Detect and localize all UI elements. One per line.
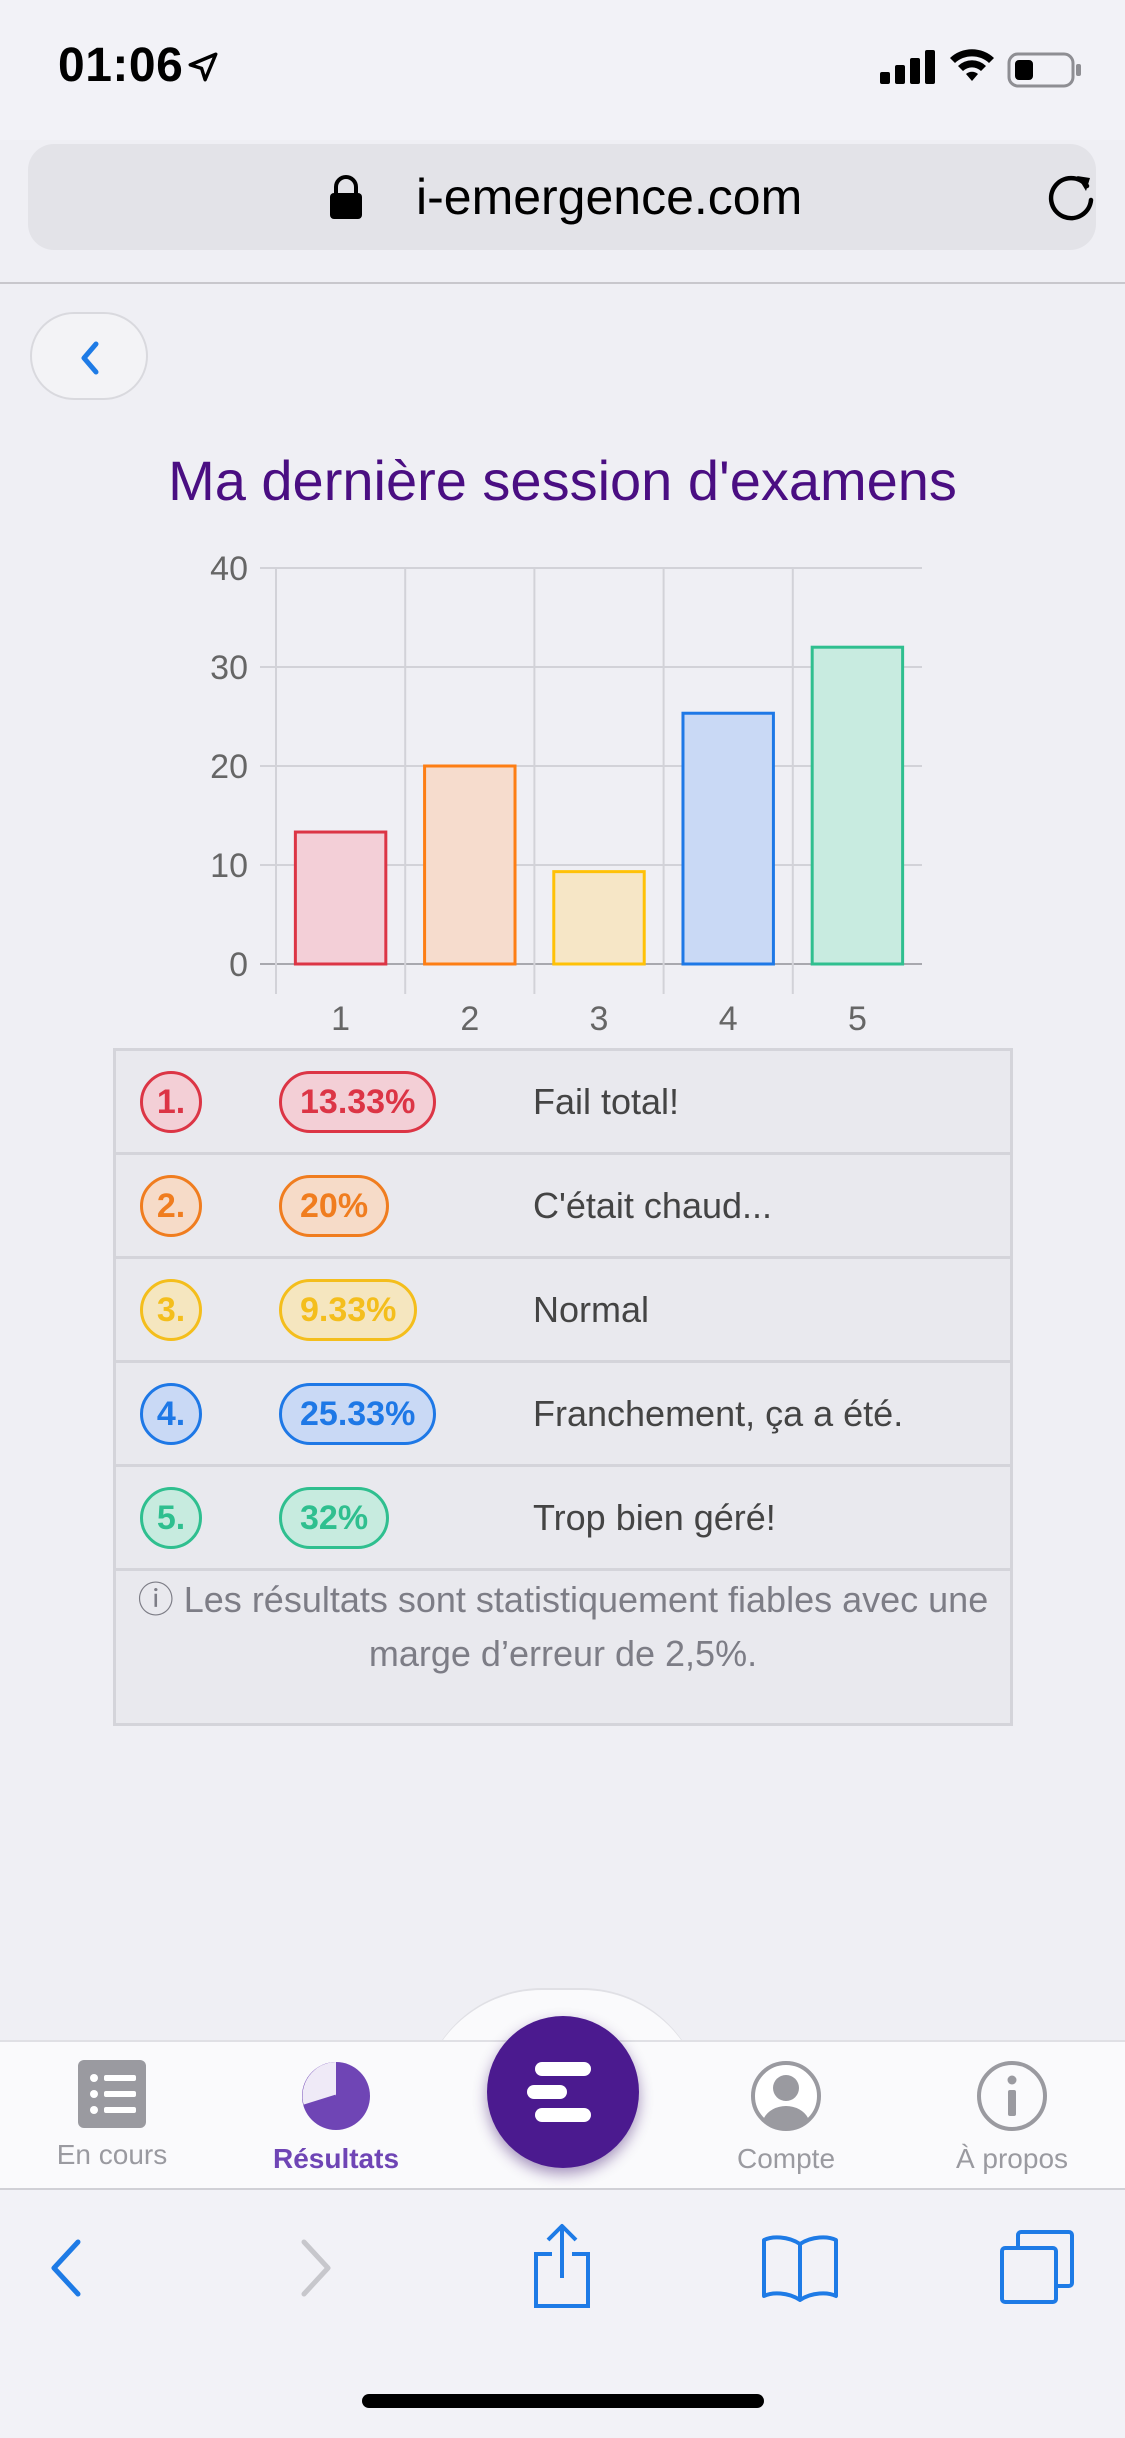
x-tick-label: 1 — [331, 1000, 350, 1038]
rank-badge: 3. — [140, 1279, 202, 1341]
nav-label-a-propos: À propos — [955, 2143, 1069, 2174]
x-tick-label: 3 — [590, 1000, 609, 1038]
book-icon[interactable] — [760, 2234, 840, 2302]
lock-icon — [330, 175, 362, 219]
signal-icon — [880, 50, 935, 84]
rank-badge: 5. — [140, 1487, 202, 1549]
back-arrow-icon[interactable] — [46, 2236, 86, 2300]
rank-badge: 2. — [140, 1175, 202, 1237]
reload-icon[interactable] — [1043, 168, 1099, 224]
bar-3 — [552, 870, 646, 966]
x-tick-label: 2 — [460, 1000, 479, 1038]
reliability-note: ⓘ Les résultats sont statistiquement fia… — [137, 1579, 989, 1674]
nav-resultats[interactable]: Résultats — [236, 2060, 436, 2175]
result-row: 4. 25.33% Franchement, ça a été. — [116, 1363, 1010, 1467]
nav-label-compte: Compte — [736, 2143, 836, 2174]
share-icon[interactable] — [530, 2222, 594, 2310]
percentage-badge: 32% — [279, 1487, 390, 1549]
y-tick-label: 0 — [229, 946, 248, 984]
wifi-icon — [950, 49, 994, 81]
y-tick-label: 10 — [210, 847, 248, 885]
pie-chart-icon — [302, 2062, 370, 2130]
bar-1 — [293, 830, 388, 966]
page-title: Ma dernière session d'examens — [168, 449, 957, 512]
app-logo-icon — [527, 2062, 591, 2122]
forward-arrow-icon[interactable] — [296, 2236, 336, 2300]
status-bar: 01:06 — [0, 0, 1125, 140]
y-tick-label: 20 — [210, 748, 248, 786]
result-label: C'était chaud... — [533, 1185, 773, 1226]
results-bar-chart: 0 10 20 30 40 1 2 3 4 5 — [210, 550, 922, 1038]
result-label: Trop bien géré! — [533, 1497, 776, 1538]
location-arrow-icon — [188, 52, 218, 82]
url-text[interactable]: i-emergence.com — [416, 168, 802, 226]
rank-badge: 1. — [140, 1071, 202, 1133]
y-tick-label: 30 — [210, 649, 248, 687]
percentage-badge: 9.33% — [279, 1279, 418, 1341]
nav-compte[interactable]: Compte — [686, 2060, 886, 2175]
list-icon — [78, 2060, 146, 2128]
nav-en-cours[interactable]: En cours — [12, 2060, 212, 2171]
percentage-badge: 20% — [279, 1175, 390, 1237]
result-label: Franchement, ça a été. — [533, 1393, 904, 1434]
result-row: 5. 32% Trop bien géré! — [116, 1467, 1010, 1571]
percentage-badge: 25.33% — [279, 1383, 437, 1445]
nav-a-propos[interactable]: À propos — [912, 2060, 1112, 2175]
result-label: Fail total! — [533, 1081, 680, 1122]
divider — [0, 282, 1125, 284]
battery-icon — [1007, 52, 1081, 88]
result-row: 1. 13.33% Fail total! — [116, 1051, 1010, 1155]
back-button[interactable] — [30, 312, 148, 400]
url-bar[interactable]: i-emergence.com — [28, 144, 1096, 250]
result-row: 3. 9.33% Normal — [116, 1259, 1010, 1363]
chevron-left-icon — [81, 341, 99, 375]
app-logo-button[interactable] — [487, 2016, 639, 2168]
bar-5 — [810, 645, 905, 966]
rank-badge: 4. — [140, 1383, 202, 1445]
home-indicator — [362, 2394, 764, 2408]
x-tick-label: 4 — [719, 1000, 738, 1038]
nav-label-en-cours: En cours — [56, 2139, 168, 2170]
status-time: 01:06 — [58, 39, 184, 92]
tabs-icon[interactable] — [998, 2228, 1078, 2306]
user-icon — [751, 2061, 821, 2131]
nav-label-resultats: Résultats — [272, 2143, 400, 2174]
result-row: 2. 20% C'était chaud... — [116, 1155, 1010, 1259]
bar-2 — [423, 764, 517, 966]
info-icon — [977, 2061, 1047, 2131]
percentage-badge: 13.33% — [279, 1071, 437, 1133]
results-table: ⓘ Les résultats sont statistiquement fia… — [113, 1048, 1013, 1726]
x-tick-label: 5 — [848, 1000, 867, 1038]
y-tick-label: 40 — [210, 550, 248, 588]
result-label: Normal — [533, 1289, 650, 1330]
bar-4 — [681, 711, 775, 966]
